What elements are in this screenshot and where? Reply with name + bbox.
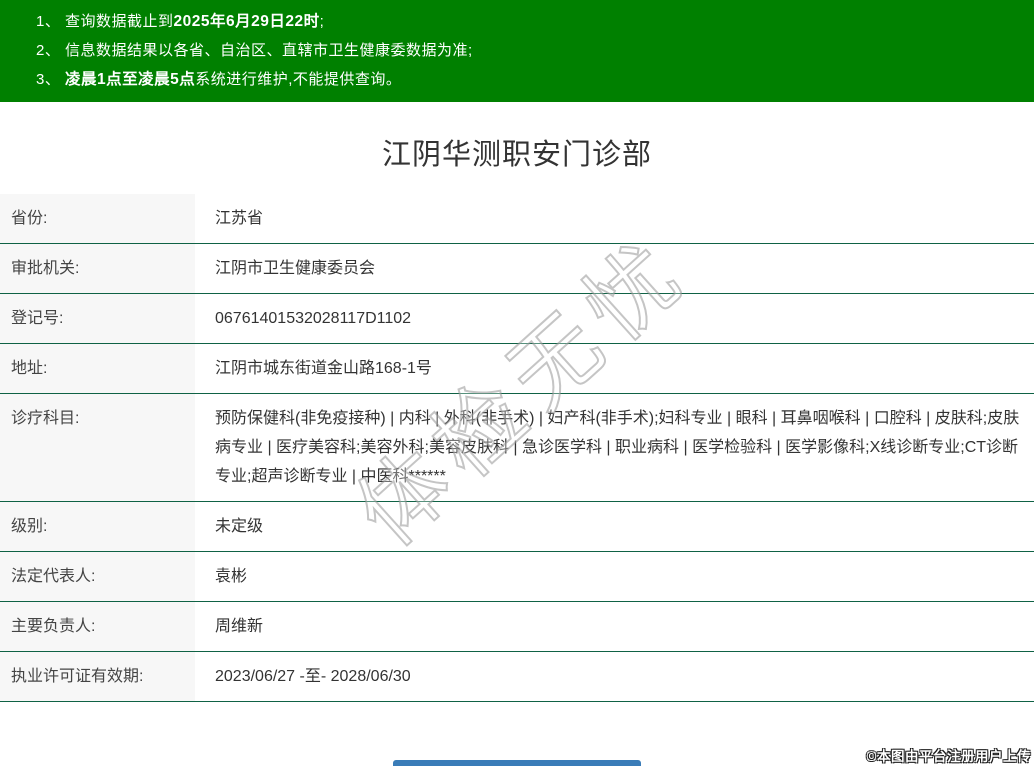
table-row-province: 省份: 江苏省	[0, 194, 1034, 244]
query-result-page: 1、 查询数据截止到2025年6月29日22时; 2、 信息数据结果以各省、自治…	[0, 0, 1034, 766]
notice-line-2: 2、 信息数据结果以各省、自治区、直辖市卫生健康委数据为准;	[36, 36, 1014, 65]
row-value: 袁彬	[215, 568, 248, 585]
row-label: 登记号:	[0, 294, 195, 343]
table-row-address: 地址: 江阴市城东街道金山路168-1号	[0, 344, 1034, 394]
row-value: 2023/06/27 -至- 2028/06/30	[215, 668, 411, 685]
row-value: 未定级	[215, 518, 264, 535]
table-row-approval-authority: 审批机关: 江阴市卫生健康委员会	[0, 244, 1034, 294]
details-table: 省份: 江苏省 审批机关: 江阴市卫生健康委员会 登记号: 0676140153…	[0, 194, 1034, 702]
table-row-legal-representative: 法定代表人: 袁彬	[0, 552, 1034, 602]
row-value: 江阴市城东街道金山路168-1号	[215, 360, 432, 377]
row-value: 预防保健科(非免疫接种) | 内科 | 外科(非手术) | 妇产科(非手术);妇…	[215, 410, 1020, 485]
row-label: 省份:	[0, 194, 195, 243]
notice-text: ;	[319, 13, 325, 30]
row-value: 江苏省	[215, 210, 264, 227]
row-label: 诊疗科目:	[0, 394, 195, 501]
notice-bold-text: 2025年6月29日22时	[173, 13, 320, 30]
notice-text: 系统进行维护,不能提供查询。	[195, 71, 402, 88]
row-label: 级别:	[0, 502, 195, 551]
row-label: 地址:	[0, 344, 195, 393]
table-row-license-validity: 执业许可证有效期: 2023/06/27 -至- 2028/06/30	[0, 652, 1034, 702]
row-value: 周维新	[215, 618, 264, 635]
page-title: 江阴华测职安门诊部	[381, 139, 652, 171]
notice-text: 2、 信息数据结果以各省、自治区、直辖市卫生健康委数据为准;	[36, 42, 473, 59]
row-value: 江阴市卫生健康委员会	[215, 260, 376, 277]
row-label: 审批机关:	[0, 244, 195, 293]
notice-text: 1、 查询数据截止到	[36, 13, 174, 30]
notice-text: 3、	[36, 71, 66, 88]
table-row-principal: 主要负责人: 周维新	[0, 602, 1034, 652]
row-label: 法定代表人:	[0, 552, 195, 601]
copyright-watermark: ©本图由平台注册用户上传	[866, 749, 1031, 764]
close-window-button[interactable]: 〖关闭窗口〗	[393, 760, 641, 766]
table-row-level: 级别: 未定级	[0, 502, 1034, 552]
notice-bold-text: 凌晨1点至凌晨5点	[65, 71, 196, 88]
row-label: 主要负责人:	[0, 602, 195, 651]
table-row-medical-subjects: 诊疗科目: 预防保健科(非免疫接种) | 内科 | 外科(非手术) | 妇产科(…	[0, 394, 1034, 502]
notice-line-1: 1、 查询数据截止到2025年6月29日22时;	[36, 7, 1014, 36]
notice-banner: 1、 查询数据截止到2025年6月29日22时; 2、 信息数据结果以各省、自治…	[0, 0, 1034, 102]
row-label: 执业许可证有效期:	[0, 652, 195, 701]
table-row-registration-number: 登记号: 06761401532028117D1102	[0, 294, 1034, 344]
notice-line-3: 3、 凌晨1点至凌晨5点系统进行维护,不能提供查询。	[36, 65, 1014, 94]
row-value: 06761401532028117D1102	[215, 310, 412, 327]
